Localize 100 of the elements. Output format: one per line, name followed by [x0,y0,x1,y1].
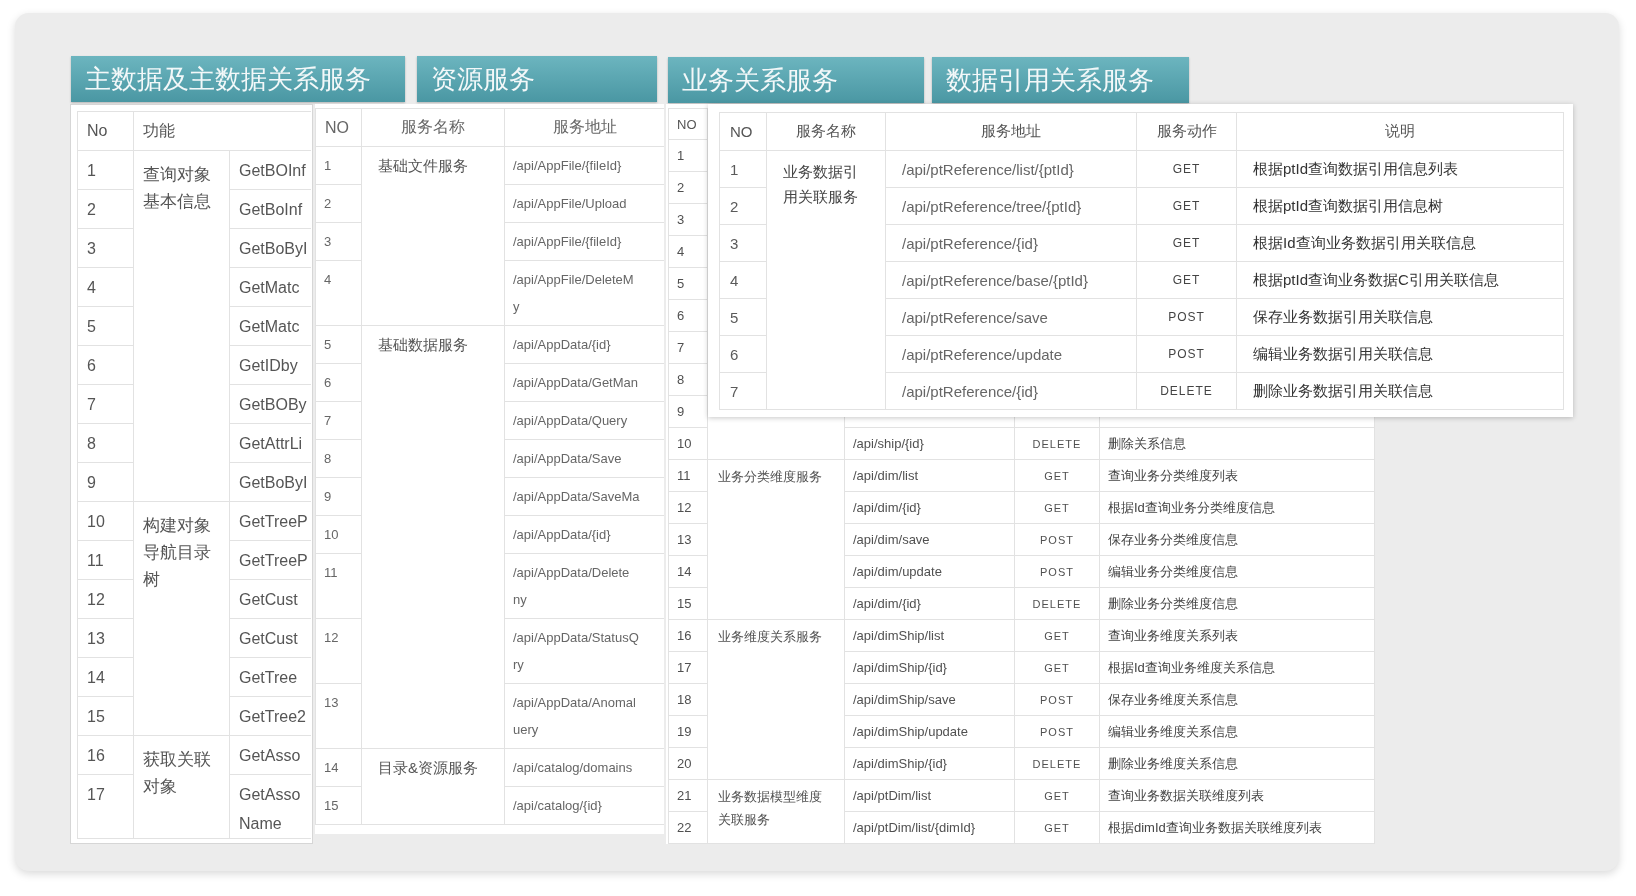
method-name: GetIDby [239,357,298,374]
description-text: 根据ptId查询业务数据C引用关联信息 [1253,270,1499,288]
method-name: GetCust [239,630,298,647]
method-name: GetAsso [239,747,301,764]
api-path: /api/AppFile/Upload [513,196,627,211]
api-path: /api/dimShip/{id} [853,660,947,675]
description-text: 根据ptId查询数据引用信息列表 [1253,159,1459,177]
row-number: 2 [87,201,96,218]
row-number: 6 [730,345,739,363]
api-path: /api/dim/{id} [853,500,921,515]
row-number: 15 [87,708,105,725]
api-path: /api/AppData/Save [513,451,622,466]
http-method: GET [1172,162,1201,176]
row-number: 12 [324,630,339,645]
http-method: GET [1172,199,1201,213]
row-number: 11 [87,552,104,569]
method-name: GetBOBy [239,396,307,413]
row-number: 15 [324,798,339,813]
method-name: GetBoByI [239,474,308,491]
section-title: 主数据及主数据关系服务 [71,56,405,102]
row-number: 3 [677,212,685,227]
method-name: GetBoInf [239,201,303,218]
description-text: 根据Id查询业务分类维度信息 [1108,499,1275,515]
row-number: 4 [324,272,332,287]
http-method: GET [1172,273,1201,287]
method-name: GetMatc [239,318,300,335]
row-number: 11 [324,565,338,580]
method-name: GetTreeP [239,552,308,569]
service-name: 基础文件服务 [378,157,468,174]
http-method: GET [1044,469,1070,482]
row-number: 20 [677,756,692,771]
service-name: 业务数据引用关联服务 [783,162,859,207]
row-number: 10 [677,436,692,451]
row-number: 17 [677,660,692,675]
description-text: 删除关系信息 [1108,435,1186,451]
column-header: 说明 [1385,122,1415,139]
api-path: /api/AppData/Query [513,413,628,428]
http-method: POST [1168,347,1205,361]
http-method: GET [1044,821,1070,834]
row-number: 8 [677,372,685,387]
http-method: DELETE [1032,437,1082,450]
api-path: /api/dim/list [853,468,919,483]
row-number: 16 [677,628,692,643]
api-path: /api/AppData/Delete ny [513,565,630,607]
column-header: 功能 [143,121,175,139]
method-name: GetMatc [239,279,300,296]
description-text: 保存业务分类维度信息 [1108,531,1238,547]
api-path: /api/catalog/domains [513,760,633,775]
method-name: GetBoByI [239,240,308,257]
api-path: /api/ptDim/list [853,788,932,803]
row-number: 7 [87,396,96,413]
function-name: 构建对象导航目录树 [143,515,212,591]
section-title: 资源服务 [417,56,657,102]
api-path: /api/catalog/{id} [513,798,602,813]
row-number: 8 [324,451,332,466]
api-path: /api/AppData/{id} [513,527,611,542]
api-path: /api/ptReference/base/{ptId} [902,271,1088,289]
http-method: POST [1168,310,1205,324]
http-method: GET [1044,629,1070,642]
column-header: 服务名称 [401,118,465,135]
row-number: 1 [730,160,739,178]
http-method: GET [1044,661,1070,674]
row-number: 1 [677,148,685,163]
row-number: 13 [677,532,692,547]
description-text: 根据Id查询业务维度关系信息 [1108,659,1275,675]
row-number: 3 [87,240,96,257]
row-number: 6 [677,308,685,323]
api-path: /api/AppData/StatusQ ry [513,630,639,672]
http-method: GET [1044,501,1070,514]
row-number: 6 [87,357,96,374]
http-method: POST [1040,725,1074,738]
row-number: 4 [730,271,739,289]
method-name: GetTreeP [239,513,308,530]
api-path: /api/AppData/Anomal uery [513,695,636,737]
api-path: /api/ptReference/{id} [902,382,1038,400]
row-number: 5 [324,337,332,352]
row-number: 17 [87,786,105,803]
row-number: 14 [677,564,692,579]
description-text: 根据Id查询业务数据引用关联信息 [1253,233,1476,251]
service-name: 业务分类维度服务 [718,468,823,486]
api-path: /api/dimShip/{id} [853,756,947,771]
row-number: 9 [324,489,332,504]
api-path: /api/dim/update [853,564,942,579]
row-number: 1 [324,158,332,173]
api-path: /api/AppFile/DeleteM y [513,272,634,314]
row-number: 4 [677,244,685,259]
api-path: /api/AppData/SaveMa [513,489,640,504]
column-header: NO [677,116,697,132]
description-text: 编辑业务维度关系信息 [1108,723,1238,739]
row-number: 7 [730,382,739,400]
row-number: 5 [87,318,96,335]
api-path: /api/dim/{id} [853,596,921,611]
row-number: 14 [87,669,105,686]
service-name: 业务数据模型维度关联服务 [718,788,823,829]
row-number: 13 [324,695,339,710]
service-name: 目录&资源服务 [378,759,478,776]
row-number: 5 [730,308,739,326]
api-path: /api/ptReference/{id} [902,234,1038,252]
description-text: 编辑业务分类维度信息 [1108,563,1238,579]
api-path: /api/dimShip/list [853,628,945,643]
